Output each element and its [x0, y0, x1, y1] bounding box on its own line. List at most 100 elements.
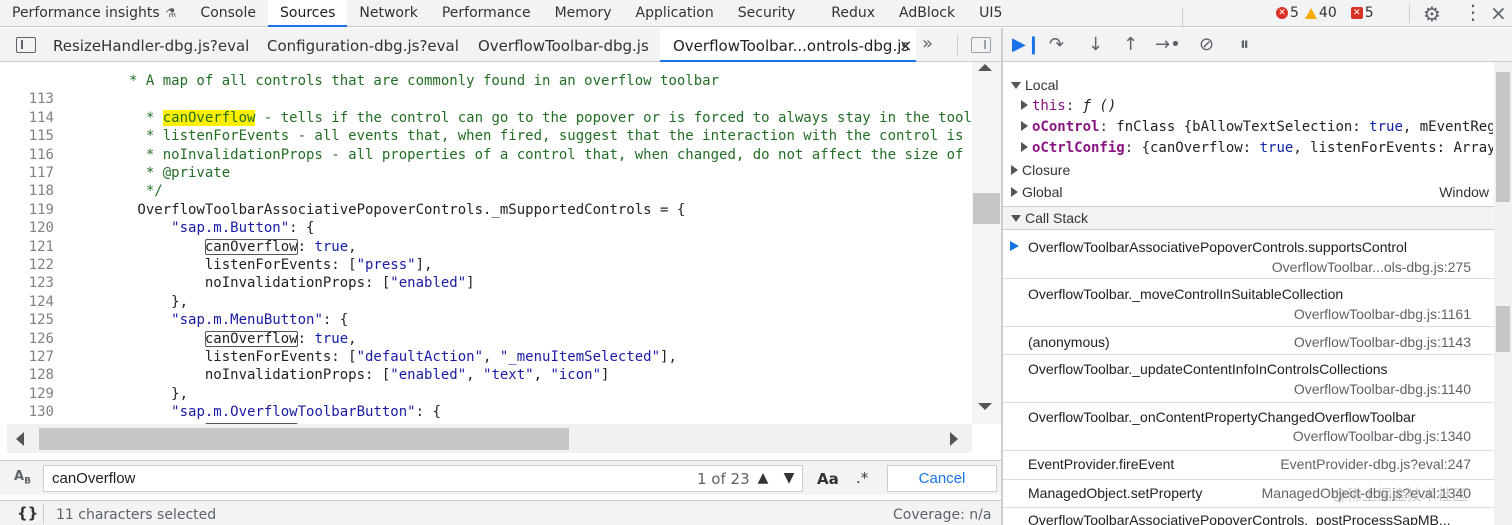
- resume-icon[interactable]: ▶❙: [1012, 34, 1041, 55]
- expand-triangle-icon: [1011, 82, 1021, 89]
- sidebar-scroll-thumb-lower[interactable]: [1496, 306, 1510, 352]
- issues-icon: ✕: [1350, 7, 1363, 19]
- file-tab-overflowtoolbar[interactable]: OverflowToolbar-dbg.js: [478, 37, 649, 55]
- gear-icon[interactable]: ⚙: [1423, 2, 1441, 26]
- code-vertical-scrollbar[interactable]: [972, 62, 1001, 424]
- scroll-left-arrow-icon[interactable]: [16, 432, 24, 446]
- code-line: 128 },: [28, 367, 189, 402]
- close-icon[interactable]: ×: [1490, 1, 1507, 25]
- chevron-down-icon: ▼: [783, 470, 795, 486]
- scroll-right-arrow-icon[interactable]: [950, 432, 958, 446]
- code-line: 116 * @private: [28, 146, 231, 181]
- code-line: 118 OverflowToolbarAssociativePopoverCon…: [28, 183, 686, 218]
- code-horizontal-scroll-thumb[interactable]: [39, 428, 569, 450]
- code-line: 129 "sap.m.OverflowToolbarButton": {: [28, 385, 441, 421]
- search-match-count: 1 of 23: [697, 470, 750, 488]
- scope-var-ocontrol[interactable]: oControl: fnClass {bAllowTextSelection: …: [1003, 117, 1493, 138]
- step-icon[interactable]: →•: [1155, 34, 1181, 55]
- code-line: 125 canOverflow: true,: [28, 312, 357, 347]
- code-vertical-scroll-thumb[interactable]: [973, 193, 1000, 224]
- scroll-down-arrow-icon[interactable]: [978, 403, 992, 410]
- close-tab-icon[interactable]: ×: [899, 36, 912, 55]
- file-tab-popovercontrols[interactable]: OverflowToolbar...ontrols-dbg.js: [673, 37, 909, 55]
- scope-global-header[interactable]: Global Window: [1003, 182, 1493, 203]
- tab-redux[interactable]: Redux: [819, 0, 887, 26]
- call-frame[interactable]: OverflowToolbar._moveControlInSuitableCo…: [1003, 280, 1494, 327]
- error-icon: ✕: [1276, 7, 1288, 19]
- file-tab-configuration[interactable]: Configuration-dbg.js?eval: [267, 37, 459, 55]
- scope-var-octrlconfig[interactable]: oCtrlConfig: {canOverflow: true, listenF…: [1003, 138, 1493, 159]
- warning-icon: [1304, 7, 1317, 19]
- code-editor[interactable]: * A map of all controls that are commonl…: [0, 62, 972, 424]
- issues-counter[interactable]: ✕ 5: [1350, 5, 1374, 21]
- call-frame-current[interactable]: OverflowToolbarAssociativePopoverControl…: [1003, 231, 1494, 279]
- tab-adblock[interactable]: AdBlock: [887, 0, 967, 26]
- tabs-divider: [957, 35, 958, 55]
- collapse-triangle-icon: [1021, 100, 1028, 110]
- tab-performance[interactable]: Performance: [430, 0, 543, 26]
- tab-sources[interactable]: Sources: [268, 0, 348, 27]
- code-line: 121 listenForEvents: ["press"],: [28, 238, 433, 273]
- find-replace-icon[interactable]: AB: [14, 469, 31, 487]
- search-previous-button[interactable]: ▲: [752, 466, 774, 491]
- call-stack-header[interactable]: Call Stack: [1003, 206, 1494, 230]
- code-line: 114 * listenForEvents - all events that,…: [28, 109, 972, 145]
- call-frame[interactable]: OverflowToolbar._updateContentInfoInCont…: [1003, 356, 1494, 403]
- pretty-print-icon[interactable]: {}: [17, 504, 38, 522]
- flask-icon: ⚗: [165, 6, 177, 20]
- tab-console[interactable]: Console: [188, 0, 268, 26]
- file-tab-resizehandler[interactable]: ResizeHandler-dbg.js?eval: [53, 37, 249, 55]
- tab-memory[interactable]: Memory: [543, 0, 624, 26]
- collapse-triangle-icon: [1011, 187, 1018, 197]
- chevron-up-icon: ▲: [757, 470, 769, 486]
- toggle-debugger-icon[interactable]: [971, 37, 991, 53]
- step-over-icon[interactable]: ↷: [1049, 34, 1064, 55]
- current-frame-arrow-icon: [1010, 241, 1019, 251]
- more-options-icon[interactable]: ⋮: [1463, 0, 1483, 24]
- code-line: 113 * canOverflow - tells if the control…: [28, 91, 972, 126]
- code-line: 124 "sap.m.MenuButton": {: [28, 293, 349, 329]
- search-next-button[interactable]: ▼: [778, 466, 800, 491]
- tab-application[interactable]: Application: [624, 0, 726, 26]
- scope-closure-header[interactable]: Closure: [1003, 160, 1493, 181]
- tab-ui5[interactable]: UI5: [967, 0, 1014, 26]
- pause-on-exceptions-icon[interactable]: ⏸: [1240, 34, 1249, 55]
- toggle-navigator-icon[interactable]: [16, 37, 36, 53]
- tab-network[interactable]: Network: [347, 0, 429, 26]
- search-bar: AB canOverflow 1 of 23 ▲ ▼ Aa .* Cancel: [0, 460, 1001, 495]
- search-highlight: canOverflow: [162, 109, 256, 126]
- code-line: 123 },: [28, 275, 189, 310]
- coverage-status[interactable]: Coverage: n/a: [893, 507, 991, 523]
- code-line: 127 noInvalidationProps: ["enabled", "te…: [28, 349, 610, 384]
- call-frame[interactable]: EventProvider.fireEvent EventProvider-db…: [1003, 452, 1494, 480]
- search-input[interactable]: canOverflow: [43, 465, 803, 492]
- error-counter[interactable]: ✕ 5: [1276, 5, 1299, 21]
- code-line: 115 * noInvalidationProps - all properti…: [28, 128, 972, 163]
- deactivate-breakpoints-icon[interactable]: ⊘: [1199, 34, 1214, 55]
- call-frame[interactable]: OverflowToolbarAssociativePopoverControl…: [1003, 509, 1494, 525]
- regex-toggle[interactable]: .*: [856, 469, 868, 487]
- status-divider: [43, 504, 44, 523]
- step-into-icon[interactable]: ↓: [1088, 34, 1103, 55]
- selection-status: 11 characters selected: [56, 507, 217, 523]
- toolbar-divider: [1409, 4, 1410, 23]
- scope-local-header[interactable]: Local: [1003, 75, 1493, 96]
- scope-var-this[interactable]: this: ƒ (): [1003, 96, 1493, 117]
- warning-counter[interactable]: 40: [1304, 5, 1337, 21]
- tab-security[interactable]: Security: [726, 0, 808, 26]
- scroll-up-arrow-icon[interactable]: [978, 64, 992, 71]
- sidebar-scroll-thumb[interactable]: [1496, 72, 1510, 202]
- code-line: 119 "sap.m.Button": {: [28, 201, 315, 237]
- code-line: 117 */: [28, 165, 163, 200]
- call-frame[interactable]: (anonymous) OverflowToolbar-dbg.js:1143: [1003, 328, 1494, 355]
- editor-status-bar: {} 11 characters selected Coverage: n/a: [0, 500, 1001, 525]
- tab-performance-insights[interactable]: Performance insights ⚗: [0, 0, 188, 26]
- issue-counters[interactable]: ✕ 5 40 ✕ 5: [1276, 3, 1374, 23]
- code-line: 122 noInvalidationProps: ["enabled"]: [28, 257, 475, 292]
- call-frame[interactable]: OverflowToolbar._onContentPropertyChange…: [1003, 404, 1494, 451]
- code-line: 126 listenForEvents: ["defaultAction", "…: [28, 330, 677, 365]
- step-out-icon[interactable]: ↑: [1123, 34, 1138, 55]
- match-case-toggle[interactable]: Aa: [817, 470, 839, 488]
- search-cancel-button[interactable]: Cancel: [887, 465, 997, 492]
- more-tabs-icon[interactable]: »: [922, 33, 933, 54]
